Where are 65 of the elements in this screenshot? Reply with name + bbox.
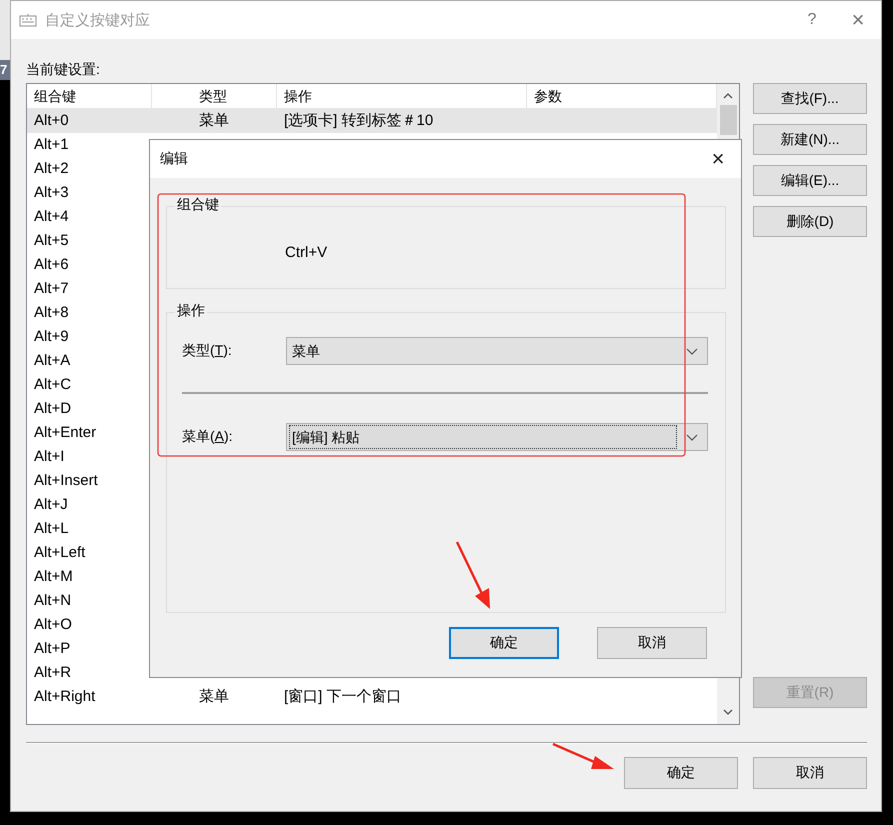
cancel-button[interactable]: 取消 bbox=[597, 627, 707, 659]
key-cell-text: Alt+6 bbox=[33, 255, 70, 275]
key-cell-text: Alt+8 bbox=[33, 303, 70, 323]
key-cell-text: Alt+I bbox=[33, 447, 66, 467]
side-button[interactable]: 删除(D) bbox=[753, 206, 867, 237]
key-cell-text: Alt+D bbox=[33, 399, 72, 419]
key-cell-text: Alt+7 bbox=[33, 279, 70, 299]
key-cell-text: Alt+L bbox=[33, 519, 70, 539]
group-title: 操作 bbox=[175, 302, 207, 320]
side-button[interactable]: 编辑(E)... bbox=[753, 165, 867, 196]
close-button[interactable]: × bbox=[695, 140, 741, 178]
background-text: 7 bbox=[0, 60, 10, 80]
keyboard-icon bbox=[19, 13, 37, 27]
key-cell-text: Alt+P bbox=[33, 639, 72, 659]
dropdown-value: 菜单 bbox=[291, 342, 321, 361]
key-cell-text: Alt+J bbox=[33, 495, 69, 515]
action-cell-text: [窗口] 下一个窗口 bbox=[283, 687, 403, 707]
dropdown-value: [编辑] 粘贴 bbox=[289, 425, 677, 449]
group-title: 组合键 bbox=[175, 196, 221, 214]
window-title: 自定义按键对应 bbox=[45, 10, 151, 30]
ok-button[interactable]: 确定 bbox=[449, 627, 559, 659]
action-cell-text: [选项卡] 转到标签＃10 bbox=[283, 111, 434, 131]
dialog-title: 编辑 bbox=[160, 150, 189, 168]
scrollbar-thumb[interactable] bbox=[720, 105, 736, 135]
field-label: 类型(T): bbox=[182, 342, 233, 360]
side-button[interactable]: 新建(N)... bbox=[753, 124, 867, 155]
key-cell-text: Alt+9 bbox=[33, 327, 70, 347]
arrow-drawing bbox=[551, 742, 615, 772]
key-cell-text: Alt+N bbox=[33, 591, 72, 611]
list-row[interactable]: Alt+0 菜单 [选项卡] 转到标签＃10 bbox=[27, 109, 717, 133]
key-cell-text: Alt+R bbox=[33, 663, 72, 683]
help-button[interactable]: ? bbox=[789, 1, 835, 39]
key-cell-text: Alt+0 bbox=[33, 111, 70, 131]
scroll-up-icon[interactable] bbox=[723, 93, 733, 99]
key-cell-text: Alt+O bbox=[33, 615, 73, 635]
column-header[interactable]: 操作 bbox=[277, 84, 527, 108]
key-cell-text: Alt+1 bbox=[33, 135, 70, 155]
key-cell-text: Alt+4 bbox=[33, 207, 70, 227]
scroll-down-icon[interactable] bbox=[723, 709, 733, 715]
type-cell-text: 菜单 bbox=[198, 687, 230, 707]
key-cell-text: Alt+Enter bbox=[33, 423, 98, 443]
key-cell-text: Alt+Insert bbox=[33, 471, 99, 491]
type-cell-text: 菜单 bbox=[198, 111, 230, 131]
arrow-drawing bbox=[455, 540, 493, 610]
key-cell-text: Alt+Left bbox=[33, 543, 86, 563]
side-button[interactable]: 查找(F)... bbox=[753, 83, 867, 114]
close-button[interactable]: × bbox=[835, 1, 881, 39]
key-cell-text: Alt+2 bbox=[33, 159, 70, 179]
menu-dropdown[interactable]: [编辑] 粘贴 bbox=[286, 423, 708, 451]
field-label: 菜单(A): bbox=[182, 428, 234, 446]
key-cell-text: Alt+A bbox=[33, 351, 72, 371]
list-label: 当前键设置: bbox=[26, 60, 100, 79]
shortcut-value: Ctrl+V bbox=[285, 244, 328, 261]
column-header[interactable]: 组合键 bbox=[27, 84, 152, 108]
cancel-button[interactable]: 取消 bbox=[753, 757, 867, 789]
chevron-down-icon bbox=[686, 434, 698, 440]
column-header[interactable]: 类型 bbox=[152, 84, 277, 108]
ok-button[interactable]: 确定 bbox=[624, 757, 738, 789]
key-cell-text: Alt+5 bbox=[33, 231, 70, 251]
key-cell-text: Alt+Right bbox=[33, 687, 96, 707]
type-dropdown[interactable]: 菜单 bbox=[286, 337, 708, 365]
key-cell-text: Alt+M bbox=[33, 567, 74, 587]
key-cell-text: Alt+3 bbox=[33, 183, 70, 203]
key-cell-text: Alt+C bbox=[33, 375, 72, 395]
chevron-down-icon bbox=[686, 348, 698, 354]
